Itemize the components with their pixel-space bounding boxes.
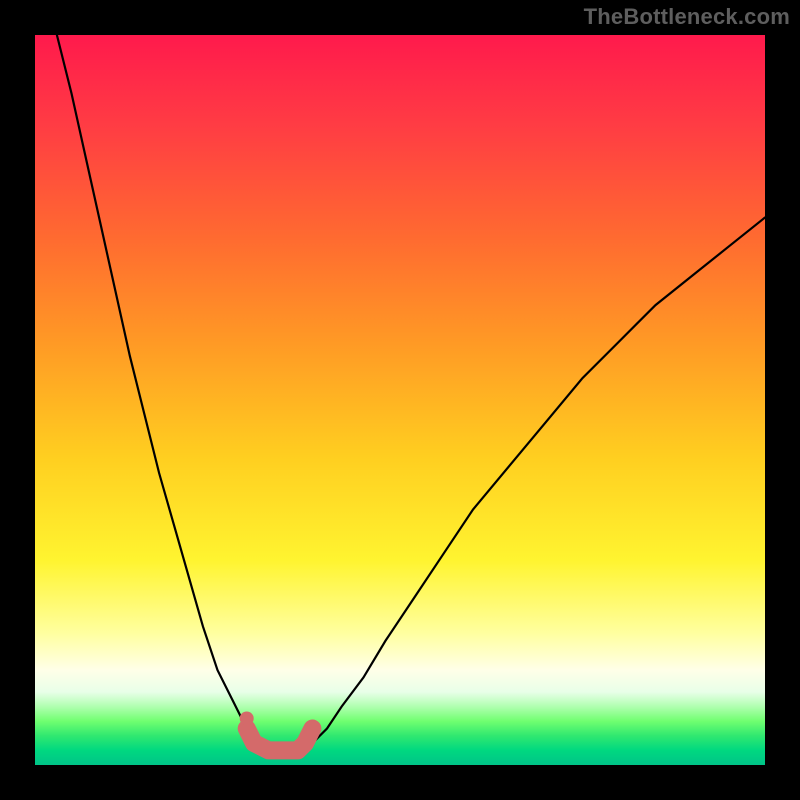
bottleneck-curve-svg <box>35 35 765 765</box>
left-curve <box>57 35 261 750</box>
right-curve <box>305 218 765 751</box>
trough-marker-path <box>247 729 313 751</box>
plot-area <box>35 35 765 765</box>
brand-watermark: TheBottleneck.com <box>584 4 790 30</box>
chart-frame: TheBottleneck.com <box>0 0 800 800</box>
trough-marker-dot <box>240 712 254 726</box>
